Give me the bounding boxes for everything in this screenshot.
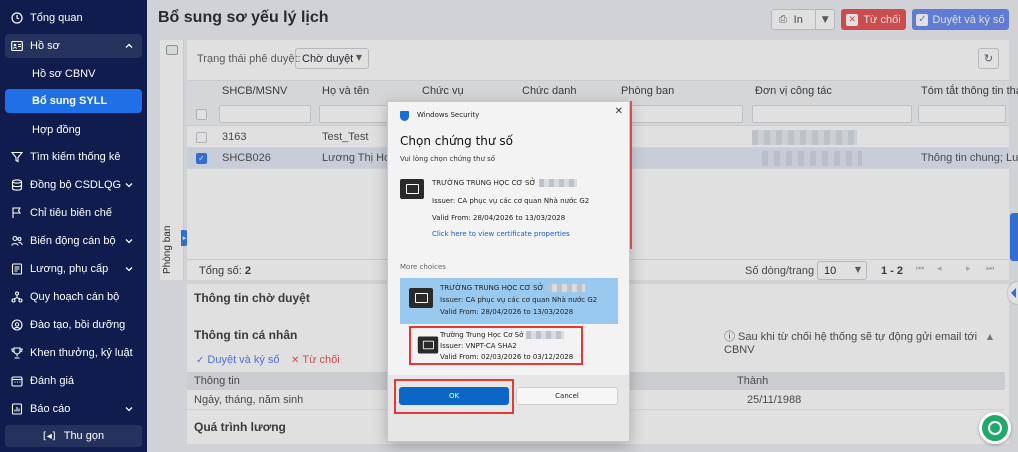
cert-properties-link[interactable]: Click here to view certificate propertie… — [432, 230, 570, 238]
collapse-icon: [◂] — [42, 430, 56, 442]
dialog-titlebar: Windows Security ✕ — [388, 102, 629, 128]
chat-icon — [988, 421, 1002, 435]
sidebar-item-label: Tìm kiếm thống kê — [30, 151, 121, 163]
redacted-text — [526, 331, 565, 339]
certificate-choice[interactable]: TRƯỜNG TRUNG HỌC CƠ SỞ Issuer: CA phục v… — [400, 278, 618, 324]
users-icon — [11, 235, 23, 247]
network-icon — [11, 291, 23, 303]
sidebar-item-label: Lương, phụ cấp — [30, 263, 109, 275]
sidebar-item-search-stats[interactable]: Tìm kiếm thống kê — [5, 145, 142, 169]
sidebar-item-label: Báo cáo — [30, 403, 71, 415]
cert-name-text: TRƯỜNG TRUNG HỌC CƠ SỞ — [432, 179, 536, 187]
cert-valid: Valid From: 02/03/2026 to 03/12/2028 — [440, 353, 574, 361]
sidebar: Tổng quan Hồ sơ Hồ sơ CBNV Bổ sung SYLL … — [0, 0, 147, 452]
cert-name: TRƯỜNG TRUNG HỌC CƠ SỞ — [440, 284, 585, 292]
dialog-subtitle: Vui lòng chọn chứng thư số — [400, 155, 496, 163]
report-icon — [11, 403, 23, 415]
certificate-icon — [417, 336, 439, 354]
sidebar-item-label: Quy hoạch cán bộ — [30, 291, 120, 303]
certificate-icon — [409, 288, 433, 308]
redacted-text — [546, 284, 585, 292]
cert-name: TRƯỜNG TRUNG HỌC CƠ SỞ — [432, 179, 577, 187]
sidebar-item-label: Đồng bộ CSDLQG — [30, 179, 122, 191]
sidebar-item-staffing-quota[interactable]: Chỉ tiêu biên chế — [5, 201, 142, 225]
sidebar-item-label: Tổng quan — [30, 12, 83, 24]
dialog-app-name: Windows Security — [417, 111, 480, 119]
award-icon — [11, 319, 23, 331]
sidebar-item-label: Hồ sơ — [30, 40, 60, 52]
cert-issuer: Issuer: VNPT-CA SHA2 — [440, 342, 517, 350]
sidebar-item-staff-profile[interactable]: Hồ sơ CBNV — [5, 62, 142, 86]
collapse-label: Thu gọn — [63, 430, 105, 442]
sidebar-item-label: Hợp đồng — [32, 124, 81, 136]
cert-valid: Valid From: 28/04/2026 to 13/03/2028 — [432, 214, 566, 222]
dialog-footer: OK Cancel — [388, 375, 629, 441]
flag-icon — [11, 207, 23, 219]
shield-icon — [400, 111, 409, 121]
database-icon — [11, 179, 23, 191]
cert-name-text: Trường Trung Học Cơ Sở — [440, 331, 524, 339]
certificate-choice[interactable]: Trường Trung Học Cơ Sở Issuer: VNPT-CA S… — [409, 326, 583, 365]
sidebar-item-contracts[interactable]: Hợp đồng — [5, 118, 142, 142]
sidebar-item-staff-changes[interactable]: Biến động cán bộ — [5, 229, 142, 253]
trophy-icon — [11, 347, 23, 359]
sidebar-item-label: Bổ sung SYLL — [32, 95, 108, 107]
sidebar-item-planning[interactable]: Quy hoạch cán bộ — [5, 285, 142, 309]
collapse-sidebar-button[interactable]: [◂] Thu gọn — [5, 425, 142, 447]
chevron-down-icon — [125, 267, 133, 272]
sidebar-item-label: Đánh giá — [30, 375, 75, 387]
sidebar-item-label: Biến động cán bộ — [30, 235, 116, 247]
chevron-down-icon — [125, 239, 133, 244]
cert-issuer: Issuer: CA phục vụ các cơ quan Nhà nước … — [440, 296, 598, 304]
sidebar-item-supplement-syll[interactable]: Bổ sung SYLL — [5, 89, 142, 113]
ok-button[interactable]: OK — [399, 387, 509, 405]
certificate-dialog: Windows Security ✕ Chọn chứng thư số Vui… — [387, 101, 630, 442]
dialog-title: Chọn chứng thư số — [400, 134, 513, 148]
sidebar-item-profile[interactable]: Hồ sơ — [5, 34, 142, 58]
chevron-up-icon — [125, 43, 133, 48]
chat-support-button[interactable] — [979, 412, 1011, 444]
chevron-down-icon — [125, 407, 133, 412]
sidebar-item-label: Hồ sơ CBNV — [32, 68, 96, 80]
sidebar-item-rewards-discipline[interactable]: Khen thưởng, kỷ luật — [5, 341, 142, 365]
certificate-icon — [400, 179, 424, 199]
sidebar-item-label: Đào tạo, bồi dưỡng — [30, 319, 126, 331]
cert-valid: Valid From: 28/04/2026 to 13/03/2028 — [440, 308, 574, 316]
redacted-text — [538, 179, 577, 187]
cert-name: Trường Trung Học Cơ Sở — [440, 331, 565, 339]
sidebar-item-sync-csdlqg[interactable]: Đồng bộ CSDLQG — [5, 173, 142, 197]
document-icon — [11, 263, 23, 275]
dialog-accent — [630, 101, 632, 249]
sidebar-item-overview[interactable]: Tổng quan — [5, 6, 142, 30]
sidebar-item-label: Khen thưởng, kỷ luật — [30, 347, 133, 359]
sidebar-item-label: Chỉ tiêu biên chế — [30, 207, 112, 219]
cancel-button[interactable]: Cancel — [516, 387, 618, 405]
cert-name-text: TRƯỜNG TRUNG HỌC CƠ SỞ — [440, 284, 544, 292]
close-icon[interactable]: ✕ — [615, 106, 623, 117]
cert-issuer: Issuer: CA phục vụ các cơ quan Nhà nước … — [432, 197, 590, 205]
sidebar-item-reports[interactable]: Báo cáo — [5, 397, 142, 421]
sidebar-item-salary[interactable]: Lương, phụ cấp — [5, 257, 142, 281]
more-choices-label: More choices — [400, 263, 446, 271]
calendar-icon — [11, 375, 23, 387]
id-card-icon — [11, 40, 23, 52]
filter-icon — [11, 151, 23, 163]
chevron-down-icon — [125, 183, 133, 188]
sidebar-item-training[interactable]: Đào tạo, bồi dưỡng — [5, 313, 142, 337]
clock-icon — [11, 12, 23, 24]
sidebar-item-evaluation[interactable]: Đánh giá — [5, 369, 142, 393]
